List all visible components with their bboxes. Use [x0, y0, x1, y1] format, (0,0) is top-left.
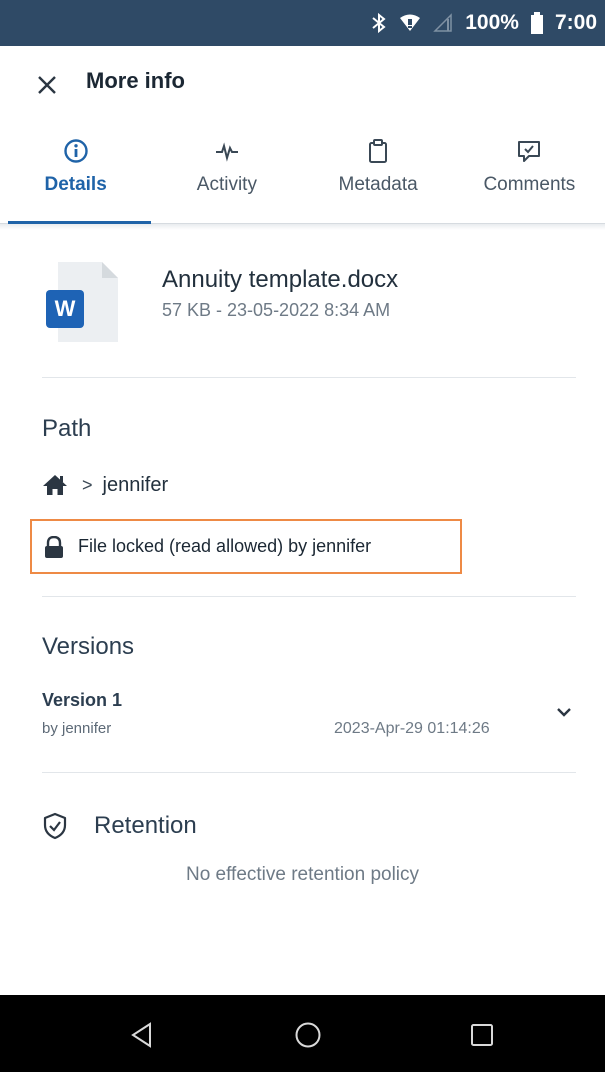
tab-comments[interactable]: Comments [454, 124, 605, 223]
breadcrumb-folder[interactable]: jennifer [103, 474, 169, 497]
battery-icon [530, 12, 543, 34]
tab-label: Details [44, 174, 107, 195]
tab-label: Activity [196, 174, 257, 195]
back-triangle-icon [131, 1022, 151, 1048]
divider [42, 772, 576, 773]
recents-square-icon [471, 1024, 493, 1046]
file-summary: W Annuity template.docx 57 KB - 23-05-20… [42, 262, 576, 352]
system-nav-bar [0, 995, 605, 1072]
version-author: by jennifer [42, 720, 112, 737]
tab-details[interactable]: Details [0, 124, 152, 224]
shield-check-icon [43, 812, 67, 840]
versions-heading: Versions [42, 633, 135, 660]
divider [42, 377, 576, 378]
lock-status-text: File locked (read allowed) by jennifer [78, 536, 372, 556]
breadcrumb-separator: > [82, 474, 93, 495]
battery-percent: 100% [465, 11, 519, 34]
activity-icon [215, 142, 238, 162]
retention-heading: Retention [94, 812, 197, 839]
back-button[interactable] [122, 1015, 162, 1055]
screen: 100% 7:00 More info Details Activity Met… [0, 0, 605, 1072]
clipboard-icon [369, 139, 388, 163]
page-title: More info [86, 68, 185, 93]
file-meta: 57 KB - 23-05-2022 8:34 AM [162, 300, 391, 320]
clock: 7:00 [554, 11, 597, 34]
expand-version-button[interactable] [550, 700, 578, 724]
signal-icon [433, 13, 453, 33]
recents-button[interactable] [462, 1015, 502, 1055]
lock-status: File locked (read allowed) by jennifer [30, 519, 462, 574]
lock-icon [45, 535, 63, 558]
bluetooth-icon [371, 12, 387, 34]
close-button[interactable] [30, 68, 64, 102]
version-item[interactable]: Version 1 by jennifer 2023-Apr-29 01:14:… [42, 686, 578, 746]
file-name: Annuity template.docx [162, 266, 399, 293]
info-icon [63, 139, 88, 163]
comment-icon [518, 141, 541, 162]
retention-header: Retention [42, 808, 197, 844]
retention-empty-text: No effective retention policy [185, 864, 420, 885]
home-icon[interactable] [42, 474, 68, 496]
path-heading: Path [42, 415, 92, 442]
chevron-down-icon [557, 708, 571, 717]
home-circle-icon [295, 1022, 321, 1048]
tab-metadata[interactable]: Metadata [303, 124, 454, 223]
tab-activity[interactable]: Activity [151, 124, 302, 223]
word-letter: W [54, 296, 76, 321]
divider [42, 596, 576, 597]
word-document-icon: W [42, 262, 120, 342]
tab-bar-shadow [0, 224, 605, 230]
version-date: 2023-Apr-29 01:14:26 [334, 720, 490, 737]
wifi-icon [399, 13, 421, 33]
close-icon [38, 76, 56, 94]
tab-label: Comments [483, 174, 576, 195]
tab-label: Metadata [338, 174, 418, 195]
tab-bar: Details Activity Metadata Comments [0, 124, 605, 224]
app-header: More info [0, 46, 605, 124]
version-name: Version 1 [42, 690, 123, 710]
breadcrumb: > jennifer [42, 470, 168, 500]
status-bar: 100% 7:00 [0, 0, 605, 46]
home-button[interactable] [288, 1015, 328, 1055]
